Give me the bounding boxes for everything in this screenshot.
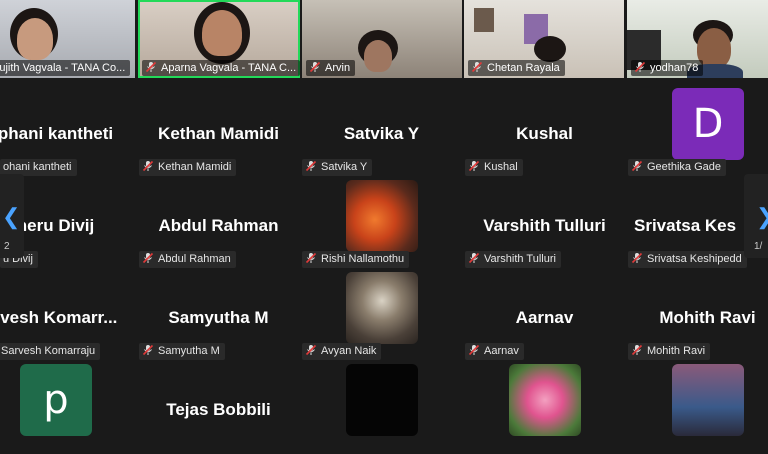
- participant-tile[interactable]: Samyutha M Samyutha M: [137, 270, 300, 362]
- participant-tile[interactable]: phani kantheti ohani kantheti: [0, 86, 137, 178]
- avatar-photo: [346, 180, 418, 252]
- page-indicator: 1/: [754, 241, 763, 252]
- participant-label: Rishi Nallamothu: [302, 251, 410, 268]
- participant-face: [202, 10, 242, 56]
- participant-name: Kushal: [516, 124, 573, 143]
- participant-tile[interactable]: D Geethika Gade: [626, 86, 768, 178]
- mic-muted-icon: [145, 61, 157, 73]
- mic-muted-icon: [468, 160, 480, 172]
- participant-label: Sujith Vagvala - TANA Co...: [0, 60, 131, 76]
- participant-label: Samyutha M: [139, 343, 225, 360]
- participant-tile[interactable]: [463, 362, 626, 454]
- participant-name: Kethan Mamidi: [158, 124, 279, 143]
- participant-tile[interactable]: Varshith Tulluri Varshith Tulluri: [463, 178, 626, 270]
- mic-muted-icon: [142, 160, 154, 172]
- mic-muted-icon: [305, 252, 317, 264]
- participant-name: Varshith Tulluri: [483, 216, 606, 235]
- participant-tile[interactable]: Abdul Rahman Abdul Rahman: [137, 178, 300, 270]
- participant-tile[interactable]: p: [0, 362, 137, 454]
- video-tile-active-speaker[interactable]: Aparna Vagvala - TANA C...: [138, 0, 300, 78]
- mic-muted-icon: [634, 61, 646, 73]
- participant-tile[interactable]: Tejas Bobbili: [137, 362, 300, 454]
- participant-label: Sarvesh Komarraju: [0, 343, 101, 360]
- participant-name: rvesh Komarr...: [0, 308, 118, 327]
- mic-muted-icon: [309, 61, 321, 73]
- mic-muted-icon: [631, 344, 643, 356]
- mic-muted-icon: [471, 61, 483, 73]
- video-tile[interactable]: Chetan Rayala: [464, 0, 624, 78]
- previous-page-button[interactable]: ❮ 2: [0, 174, 24, 258]
- participant-name: Abdul Rahman: [158, 216, 279, 235]
- wall-frame: [474, 8, 494, 32]
- participant-tile[interactable]: Kushal Kushal: [463, 86, 626, 178]
- mic-muted-icon: [142, 344, 154, 356]
- participant-label: Aparna Vagvala - TANA C...: [142, 60, 300, 76]
- mic-muted-icon: [631, 160, 643, 172]
- participant-name: Satvika Y: [343, 124, 420, 143]
- participant-name: Mohith Ravi: [659, 308, 756, 327]
- participant-tile[interactable]: Kethan Mamidi Kethan Mamidi: [137, 86, 300, 178]
- mic-muted-icon: [305, 160, 317, 172]
- video-tile[interactable]: Sujith Vagvala - TANA Co...: [0, 0, 135, 78]
- participant-label: Mohith Ravi: [628, 343, 711, 360]
- participant-label: Avyan Naik: [302, 343, 382, 360]
- participant-name: phani kantheti: [0, 124, 114, 143]
- participant-tile[interactable]: Avyan Naik: [300, 270, 463, 362]
- avatar: D: [672, 88, 744, 160]
- next-page-button[interactable]: ❯ 1/: [744, 174, 768, 258]
- participant-tile[interactable]: [626, 362, 768, 454]
- video-tile[interactable]: yodhan78: [627, 0, 768, 78]
- participant-label: Varshith Tulluri: [465, 251, 561, 268]
- avatar-photo: [346, 272, 418, 344]
- participant-label: Kethan Mamidi: [139, 159, 237, 176]
- avatar-photo: [346, 364, 418, 436]
- participant-label: Satvika Y: [302, 159, 373, 176]
- mic-muted-icon: [305, 344, 317, 356]
- avatar-photo: [509, 364, 581, 436]
- participant-name: Aarnav: [515, 308, 574, 327]
- participant-tile[interactable]: Aarnav Aarnav: [463, 270, 626, 362]
- participant-label: Abdul Rahman: [139, 251, 236, 268]
- chevron-left-icon: ❮: [2, 204, 21, 229]
- participant-label: Geethika Gade: [628, 159, 726, 176]
- participant-tile[interactable]: [300, 362, 463, 454]
- participant-name: Samyutha M: [168, 308, 269, 327]
- participant-tile[interactable]: Mohith Ravi Mohith Ravi: [626, 270, 768, 362]
- participant-label: Kushal: [465, 159, 523, 176]
- participant-face: [364, 40, 392, 72]
- participant-name: Tejas Bobbili: [166, 400, 271, 419]
- participant-label: Chetan Rayala: [468, 60, 565, 76]
- participant-label: yodhan78: [631, 60, 704, 76]
- participant-label: Aarnav: [465, 343, 524, 360]
- participant-face: [17, 18, 53, 60]
- page-indicator: 2: [4, 241, 10, 252]
- mic-muted-icon: [631, 252, 643, 264]
- participant-tile[interactable]: Satvika Y Satvika Y: [300, 86, 463, 178]
- mic-muted-icon: [468, 344, 480, 356]
- participant-tile[interactable]: Rishi Nallamothu: [300, 178, 463, 270]
- video-tile[interactable]: Arvin: [302, 0, 462, 78]
- avatar: p: [20, 364, 92, 436]
- participant-label: Arvin: [306, 60, 356, 76]
- participant-hair: [534, 36, 566, 62]
- chevron-right-icon: ❯: [756, 204, 768, 230]
- participant-tile[interactable]: rvesh Komarr... Sarvesh Komarraju: [0, 270, 137, 362]
- video-strip: Sujith Vagvala - TANA Co... Aparna Vagva…: [0, 0, 768, 78]
- mic-muted-icon: [468, 252, 480, 264]
- avatar-photo: [672, 364, 744, 436]
- mic-muted-icon: [142, 252, 154, 264]
- participant-label: Srivatsa Keshipedd: [628, 251, 747, 268]
